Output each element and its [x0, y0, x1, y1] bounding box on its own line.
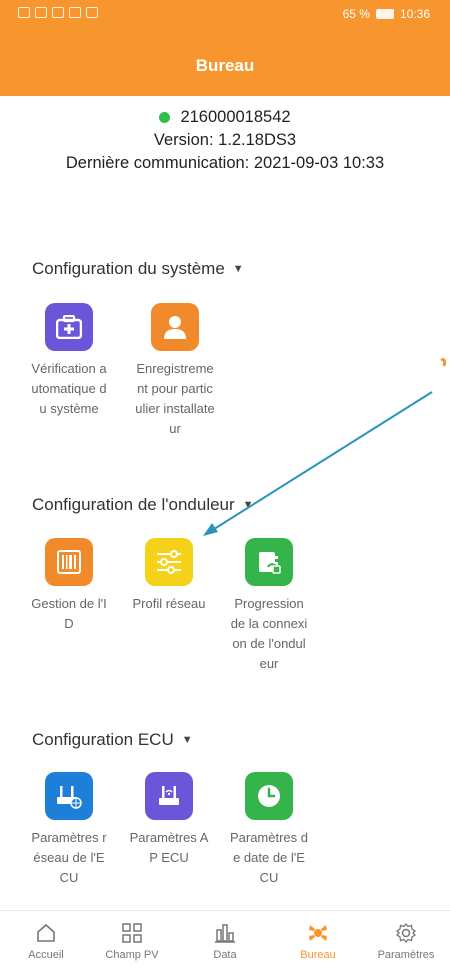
tile-label: Paramètres réseau de l'ECU: [31, 830, 107, 885]
tile-grid-profile[interactable]: Profil réseau: [129, 538, 209, 614]
tile-installer-registration[interactable]: Enregistrement pour particulier installa…: [135, 303, 215, 439]
device-info: 216000018542 Version: 1.2.18DS3 Dernière…: [0, 106, 450, 175]
tile-ecu-date-settings[interactable]: Paramètres de date de l'ECU: [229, 772, 309, 888]
clock-icon: [245, 772, 293, 820]
settings-gear-icon: [366, 921, 446, 945]
nav-label: Data: [213, 949, 237, 961]
sliders-icon: [145, 538, 193, 586]
bar-chart-icon: [185, 921, 265, 945]
tile-ecu-ap-settings[interactable]: Paramètres AP ECU: [129, 772, 209, 868]
notification-icon: [86, 7, 98, 18]
caret-down-icon: ▼: [232, 263, 244, 275]
ecu-network-icon: [45, 772, 93, 820]
caret-down-icon: ▼: [181, 734, 193, 746]
bottom-navigation: Accueil Champ PV Data Bureau Paramètres: [0, 910, 450, 971]
tile-label: Gestion de l'ID: [31, 596, 107, 631]
user-icon: [151, 303, 199, 351]
tile-id-management[interactable]: Gestion de l'ID: [29, 538, 109, 634]
section-ecu-title[interactable]: Configuration ECU ▼: [32, 730, 193, 750]
inverter-connection-icon: [245, 538, 293, 586]
nav-bureau[interactable]: Bureau: [278, 921, 358, 961]
tile-label: Paramètres de date de l'ECU: [229, 830, 309, 885]
last-communication: Dernière communication: 2021-09-03 10:33: [65, 154, 385, 172]
page-title: Bureau: [195, 56, 255, 75]
online-status-dot: [159, 112, 171, 123]
nav-label: Accueil: [28, 949, 64, 961]
app-header: Bureau: [0, 28, 450, 96]
clock-time: 10:36: [399, 7, 430, 21]
status-bar: 65 % 10:36: [0, 0, 450, 28]
tile-label: Progression de la connexion de l'onduleu…: [230, 596, 308, 671]
signal-icon: [35, 7, 47, 18]
tile-label: Vérification automatique du système: [31, 361, 107, 416]
nav-label: Champ PV: [105, 949, 159, 961]
nav-label: Paramètres: [377, 949, 435, 961]
tile-label: Paramètres AP ECU: [129, 830, 209, 865]
tile-inverter-connection-progress[interactable]: Progression de la connexion de l'onduleu…: [229, 538, 309, 674]
section-system-title[interactable]: Configuration du système ▼: [32, 259, 244, 279]
notification-icon: [18, 7, 30, 18]
battery-icon: [375, 9, 394, 19]
section-ecu-label: Configuration ECU: [32, 730, 174, 749]
section-inverter-title[interactable]: Configuration de l'onduleur ▼: [32, 495, 254, 515]
bureau-icon: [278, 921, 358, 945]
ecu-ap-icon: [145, 772, 193, 820]
tile-system-check[interactable]: Vérification automatique du système: [29, 303, 109, 419]
tile-ecu-network-settings[interactable]: Paramètres réseau de l'ECU: [29, 772, 109, 888]
wifi-icon: [52, 7, 64, 18]
notification-icon: [69, 7, 81, 18]
device-serial: 216000018542: [180, 108, 291, 126]
nav-data[interactable]: Data: [185, 921, 265, 961]
home-icon: [6, 921, 86, 945]
tile-label: Enregistrement pour particulier installa…: [135, 361, 215, 436]
device-version: Version: 1.2.18DS3: [153, 131, 297, 149]
section-system-label: Configuration du système: [32, 259, 225, 278]
battery-percentage: 65 %: [342, 7, 370, 21]
barcode-icon: [45, 538, 93, 586]
medical-kit-icon: [45, 303, 93, 351]
caret-down-icon: ▼: [242, 499, 254, 511]
grid-icon: [92, 921, 172, 945]
section-inverter-label: Configuration de l'onduleur: [32, 495, 235, 514]
nav-home[interactable]: Accueil: [6, 921, 86, 961]
nav-label: Bureau: [300, 949, 336, 961]
status-icons: [18, 7, 98, 18]
nav-settings[interactable]: Paramètres: [366, 921, 446, 961]
status-right: 65 % 10:36: [343, 7, 430, 21]
nav-pv-field[interactable]: Champ PV: [92, 921, 172, 961]
tile-label: Profil réseau: [132, 596, 206, 611]
